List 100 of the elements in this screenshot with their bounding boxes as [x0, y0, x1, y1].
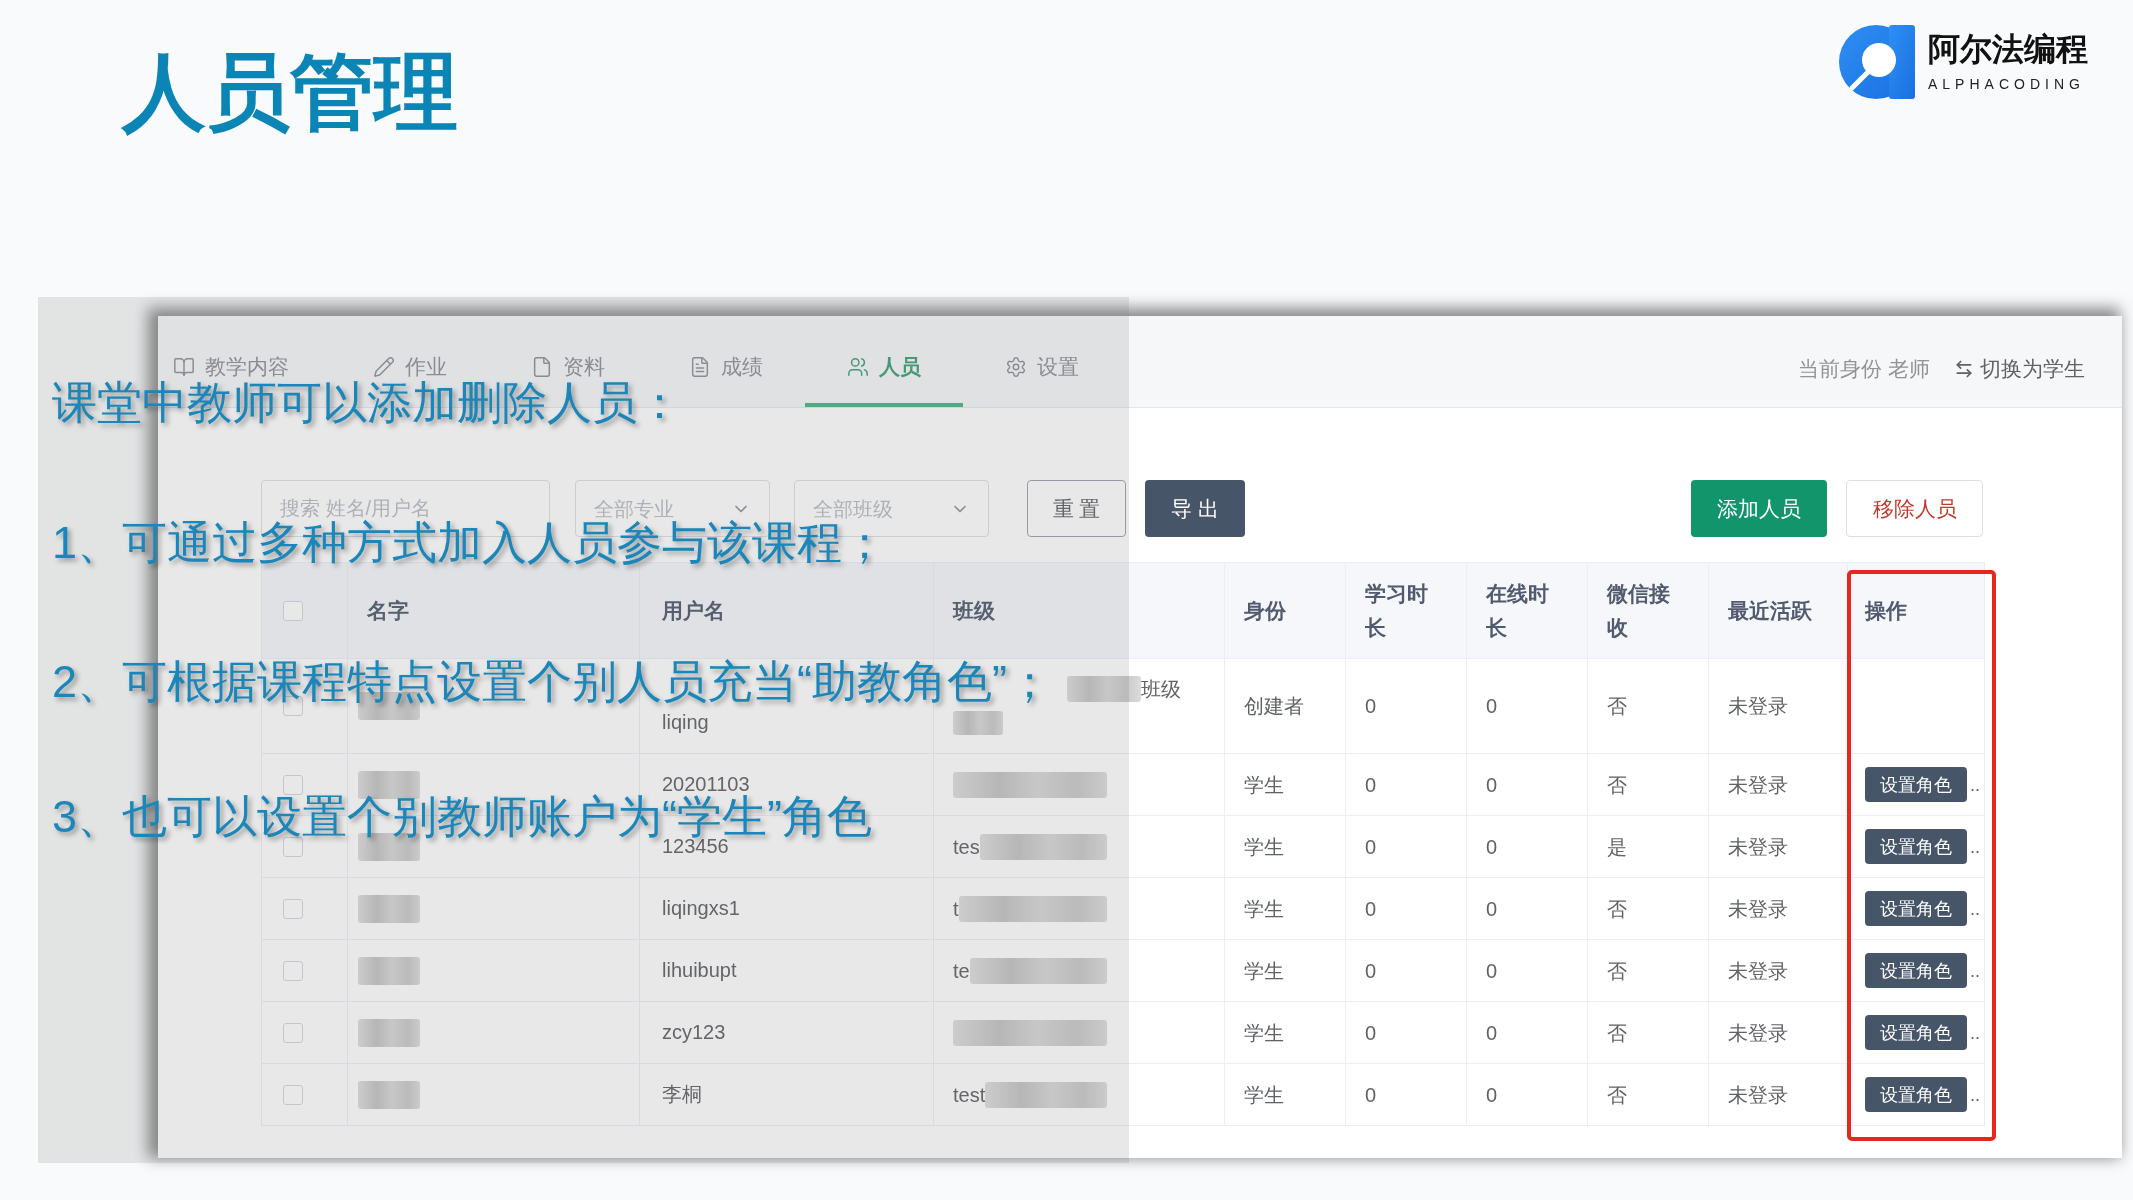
logo-tagline: ALPHACODING	[1928, 77, 2086, 91]
set-role-button[interactable]: 设置角色	[1865, 829, 1967, 864]
set-role-button[interactable]: 设置角色	[1865, 767, 1967, 802]
column-header: 身份	[1244, 597, 1286, 624]
column-header: 学习时长	[1365, 580, 1429, 641]
column-header: 操作	[1865, 597, 1907, 624]
username-text: zcy123	[662, 1022, 726, 1042]
logo-name: 阿尔法编程	[1928, 33, 2088, 65]
column-header: 在线时长	[1486, 580, 1550, 641]
duration-text: 0	[1365, 696, 1377, 716]
column-header: 名字	[367, 597, 409, 624]
username-text: 李桐	[662, 1084, 702, 1104]
last-active-text: 未登录	[1728, 960, 1788, 981]
last-active-text: 未登录	[1728, 696, 1788, 716]
role-text: 学生	[1244, 836, 1284, 857]
username-text: lihuibupt	[662, 960, 737, 980]
identity-label: 当前身份 老师	[1798, 358, 1930, 379]
add-member-button[interactable]: 添加人员	[1691, 480, 1827, 537]
duration-text: 0	[1365, 1084, 1377, 1105]
last-active-text: 未登录	[1728, 836, 1788, 857]
class-text: te	[953, 960, 970, 981]
checkbox[interactable]	[283, 600, 303, 621]
column-header: 班级	[953, 597, 995, 624]
checkbox[interactable]	[283, 1084, 303, 1105]
duration-text: 0	[1365, 836, 1377, 857]
set-role-button[interactable]: 设置角色	[1865, 1015, 1967, 1050]
checkbox[interactable]	[283, 960, 303, 981]
set-role-button[interactable]: 设置角色	[1865, 1077, 1967, 1112]
file-icon	[531, 355, 553, 378]
class-text: 班级	[1141, 679, 1181, 699]
tab[interactable]: 人员	[805, 316, 963, 407]
column-header: 微信接收	[1607, 580, 1671, 641]
overflow-ellipsis: ..	[1970, 1085, 1980, 1104]
username-text: liqingxs1	[662, 898, 740, 918]
duration-text: 0	[1486, 898, 1498, 919]
last-active-text: 未登录	[1728, 774, 1788, 795]
role-text: 学生	[1244, 898, 1284, 919]
duration-text: 0	[1486, 1084, 1498, 1105]
slide-title: 人员管理	[122, 50, 458, 134]
duration-text: 0	[1365, 774, 1377, 795]
duration-text: 0	[1486, 774, 1498, 795]
overflow-ellipsis: ..	[1970, 961, 1980, 980]
checkbox[interactable]	[283, 774, 303, 795]
blur-patch	[358, 894, 420, 923]
blur-patch	[358, 1080, 420, 1109]
last-active-text: 未登录	[1728, 1022, 1788, 1043]
role-text: 学生	[1244, 1022, 1284, 1043]
last-active-text: 未登录	[1728, 1084, 1788, 1105]
last-active-text: 未登录	[1728, 898, 1788, 919]
column-header: 最近活跃	[1728, 597, 1812, 624]
set-role-button[interactable]: 设置角色	[1865, 953, 1967, 988]
blur-patch	[953, 711, 1003, 735]
wechat-status: 否	[1607, 696, 1627, 716]
duration-text: 0	[1486, 960, 1498, 981]
remove-member-button[interactable]: 移除人员	[1846, 480, 1983, 537]
logo-icon	[1839, 25, 1915, 99]
intro-text: 课堂中教师可以添加删除人员：	[52, 382, 682, 424]
swap-arrows-icon	[1954, 358, 1974, 379]
pencil-icon	[373, 355, 395, 378]
overflow-ellipsis: ..	[1970, 837, 1980, 856]
overflow-ellipsis: ..	[1970, 1023, 1980, 1042]
overflow-ellipsis: ..	[1970, 775, 1980, 794]
blur-patch	[358, 1018, 420, 1047]
duration-text: 0	[1365, 1022, 1377, 1043]
wechat-status: 否	[1607, 774, 1627, 795]
duration-text: 0	[1486, 1022, 1498, 1043]
wechat-status: 否	[1607, 1022, 1627, 1043]
bullet-point: 3、也可以设置个别教师账户为“学生”角色	[52, 796, 872, 838]
wechat-status: 否	[1607, 1084, 1627, 1105]
export-button[interactable]: 导 出	[1145, 480, 1245, 537]
book-icon	[173, 355, 195, 378]
class-text: t	[953, 898, 959, 919]
role-text: 创建者	[1244, 696, 1304, 716]
column-header: 用户名	[662, 597, 725, 624]
duration-text: 0	[1365, 960, 1377, 981]
role-text: 学生	[1244, 774, 1284, 795]
wechat-status: 是	[1607, 836, 1627, 857]
wechat-status: 否	[1607, 898, 1627, 919]
tab[interactable]: 设置	[963, 316, 1121, 407]
role-text: 学生	[1244, 960, 1284, 981]
set-role-button[interactable]: 设置角色	[1865, 891, 1967, 926]
blur-patch	[358, 956, 420, 985]
overflow-ellipsis: ..	[1970, 899, 1980, 918]
username-text: liqing	[662, 712, 709, 732]
role-text: 学生	[1244, 1084, 1284, 1105]
username-text: 20201103	[662, 774, 750, 794]
gear-icon	[1005, 355, 1027, 378]
duration-text: 0	[1365, 898, 1377, 919]
switch-role-link[interactable]: 切换为学生	[1954, 358, 2085, 379]
duration-text: 0	[1486, 836, 1498, 857]
class-text: tes	[953, 836, 980, 857]
document-icon	[689, 355, 711, 378]
users-icon	[847, 355, 869, 378]
checkbox[interactable]	[283, 1022, 303, 1043]
class-text: test	[953, 1084, 986, 1105]
wechat-status: 否	[1607, 960, 1627, 981]
bullet-point: 2、可根据课程特点设置个别人员充当“助教角色”；	[52, 661, 1052, 703]
reset-button[interactable]: 重 置	[1027, 480, 1126, 537]
duration-text: 0	[1486, 696, 1498, 716]
checkbox[interactable]	[283, 898, 303, 919]
